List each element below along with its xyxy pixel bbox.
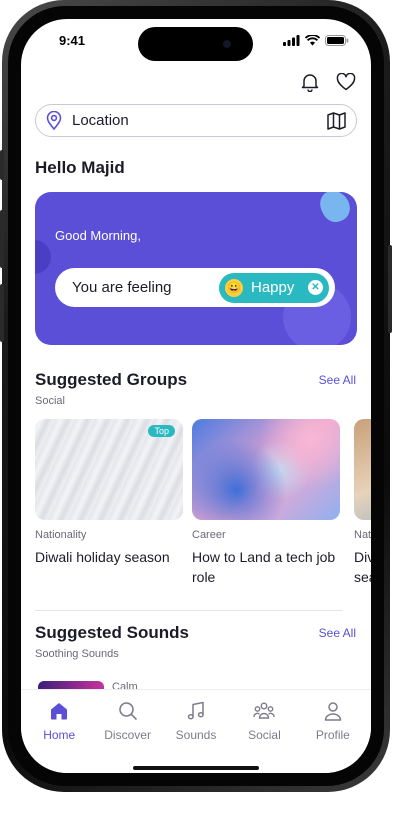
groups-section-subtitle: Social (35, 395, 65, 407)
tab-label: Social (248, 728, 281, 742)
mood-chip[interactable]: 😀 Happy ✕ (219, 272, 329, 303)
music-note-icon (185, 700, 207, 722)
group-category: Nationality (35, 529, 87, 541)
tab-label: Sounds (175, 728, 217, 742)
feeling-selector[interactable]: You are feeling 😀 Happy ✕ (55, 268, 335, 307)
header-actions (299, 71, 357, 93)
sounds-section-subtitle: Soothing Sounds (35, 648, 119, 660)
tab-label: Discover (104, 728, 151, 742)
section-divider (35, 610, 343, 611)
feeling-label: You are feeling (72, 279, 172, 296)
user-icon (322, 700, 344, 722)
location-search[interactable]: Location (35, 104, 357, 137)
group-card[interactable]: Top Nationality Diwali holiday season (35, 419, 183, 567)
volume-up-button (0, 210, 4, 268)
tab-sounds[interactable]: Sounds (162, 690, 230, 773)
sounds-see-all-link[interactable]: See All (319, 626, 356, 640)
group-image (192, 419, 340, 520)
camera-icon (223, 40, 231, 48)
sounds-section-title: Suggested Sounds (35, 623, 189, 642)
tab-discover[interactable]: Discover (93, 690, 161, 773)
bottom-tab-bar: Home Discover Sounds Social Profile (21, 689, 371, 773)
group-category: Career (192, 529, 226, 541)
tab-label: Home (43, 728, 76, 742)
mute-switch (0, 150, 4, 180)
people-icon (253, 700, 276, 722)
group-title: How to Land a tech job role (192, 549, 336, 585)
groups-see-all-link[interactable]: See All (319, 373, 356, 387)
group-title: Div sea (354, 549, 371, 585)
power-button (388, 245, 392, 333)
battery-icon (325, 35, 349, 46)
tab-social[interactable]: Social (230, 690, 298, 773)
map-icon[interactable] (327, 111, 346, 130)
mood-label: Happy (251, 279, 295, 296)
app-screen: 9:41 Location Hello Majid Good Morning, … (21, 19, 371, 773)
group-card[interactable]: Career How to Land a tech job role (192, 419, 340, 587)
location-input[interactable]: Location (72, 112, 327, 129)
tab-label: Profile (315, 728, 350, 742)
time-greeting: Good Morning, (55, 228, 141, 243)
clear-mood-icon[interactable]: ✕ (308, 280, 323, 295)
decorative-blob (315, 192, 355, 227)
happy-emoji-icon: 😀 (225, 278, 243, 297)
status-icons (283, 35, 349, 46)
signal-icon (283, 35, 300, 46)
group-category: Nat (354, 529, 371, 541)
bell-icon (301, 73, 319, 92)
group-card[interactable]: Nat Div sea (354, 419, 371, 587)
favorites-button[interactable] (335, 71, 357, 93)
top-badge: Top (148, 425, 175, 437)
status-time: 9:41 (59, 33, 86, 48)
tab-home[interactable]: Home (25, 690, 93, 773)
location-pin-icon (46, 111, 62, 130)
mood-card: Good Morning, You are feeling 😀 Happy ✕ (35, 192, 357, 345)
group-title: Diwali holiday season (35, 549, 170, 565)
greeting-heading: Hello Majid (35, 158, 125, 177)
notification-button[interactable] (299, 71, 321, 93)
decorative-blob (35, 240, 51, 274)
dynamic-island (138, 27, 253, 61)
wifi-icon (305, 35, 320, 46)
heart-icon (336, 73, 356, 91)
group-image: Top (35, 419, 183, 520)
search-icon (117, 700, 139, 722)
groups-section-title: Suggested Groups (35, 370, 188, 389)
group-image (354, 419, 371, 520)
home-indicator[interactable] (133, 766, 259, 770)
tab-profile[interactable]: Profile (299, 690, 367, 773)
volume-down-button (0, 284, 4, 342)
home-icon (48, 700, 70, 722)
